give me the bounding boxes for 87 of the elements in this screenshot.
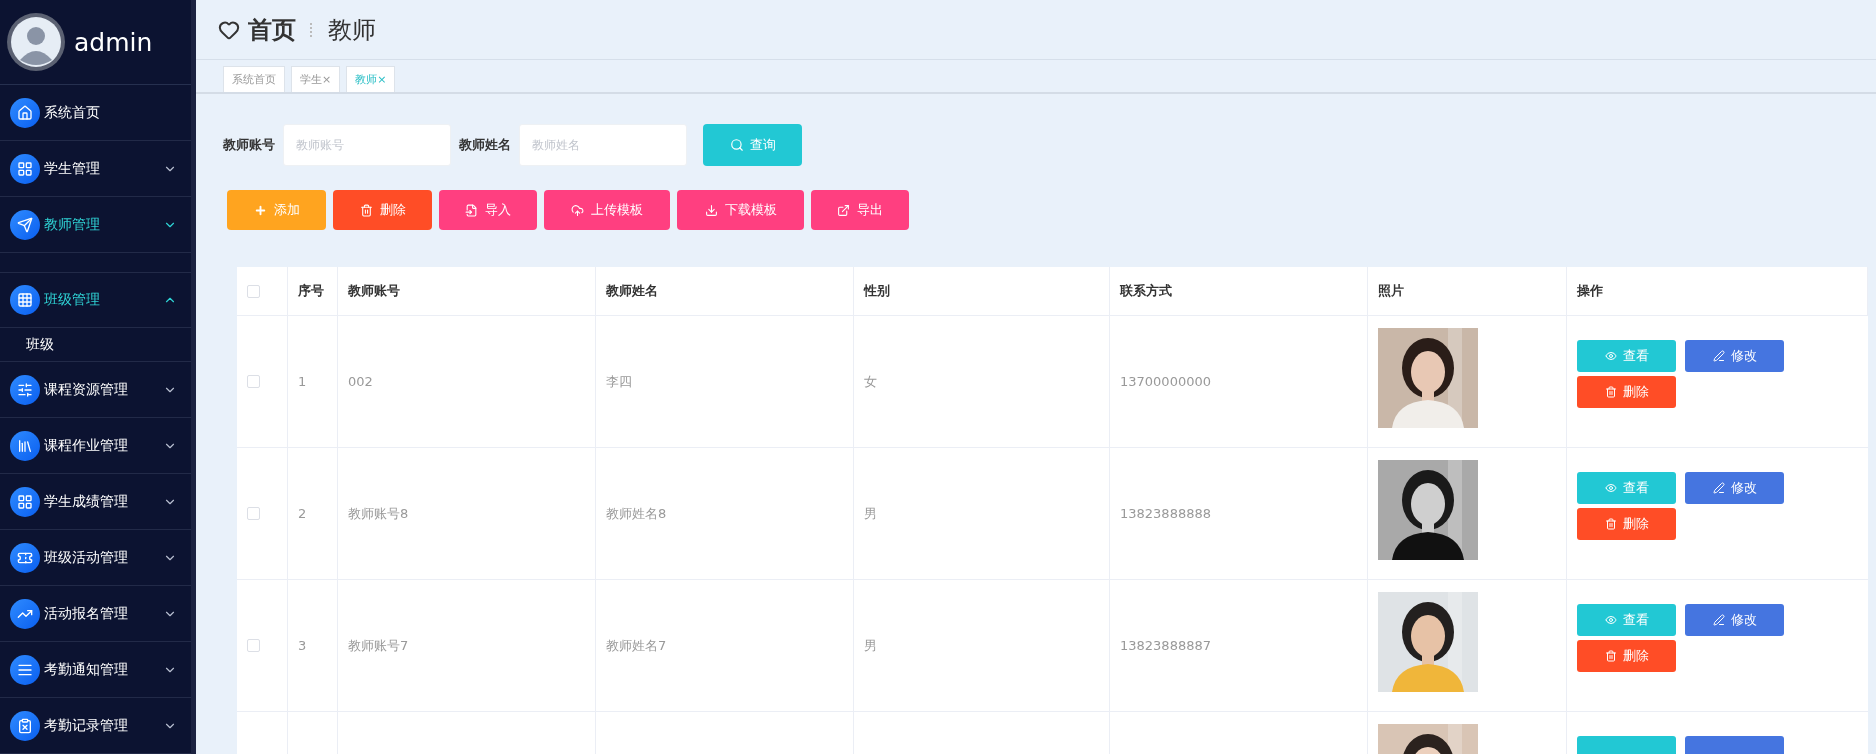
column-header: 教师账号 [338, 267, 596, 315]
submenu-item[interactable]: 班级 [0, 328, 191, 362]
table-cell: 教师账号8 [338, 448, 596, 579]
column-header: 教师姓名 [596, 267, 854, 315]
table-cell: 3 [288, 580, 338, 711]
table-cell: 13823888888 [1110, 448, 1368, 579]
trash-icon [1604, 650, 1617, 662]
books-icon [10, 430, 40, 461]
menu-item[interactable]: 课程资源管理 [0, 362, 191, 418]
menu-item[interactable]: 学生成绩管理 [0, 474, 191, 530]
column-header: 序号 [288, 267, 338, 315]
eye-icon [1604, 350, 1617, 362]
page-tab[interactable]: 系统首页 [223, 66, 285, 92]
table-cell: 李四 [596, 316, 854, 447]
field-label: 教师姓名 [459, 136, 511, 154]
table-cell: 教师姓名7 [596, 580, 854, 711]
ticket-icon [10, 542, 40, 573]
column-header: 联系方式 [1110, 267, 1368, 315]
table-cell: 13700000000 [1110, 316, 1368, 447]
menu-item[interactable]: 班级管理 [0, 272, 191, 328]
plus-icon [253, 203, 267, 217]
search-field[interactable]: 教师账号 [283, 124, 451, 166]
table-cell: 女 [854, 316, 1110, 447]
import-icon [465, 203, 478, 217]
grid-icon [10, 153, 40, 184]
paper-plane-icon [10, 209, 40, 240]
breadcrumb-home[interactable]: 首页 [248, 13, 296, 46]
home-icon [10, 97, 40, 128]
column-header: 操作 [1567, 267, 1868, 315]
export-button[interactable]: 导出 [811, 190, 909, 230]
pen-icon [1712, 350, 1725, 362]
edit-button[interactable]: 修改 [1685, 340, 1784, 372]
download-icon [704, 203, 718, 217]
sliders-icon [10, 374, 40, 405]
search-field[interactable]: 教师姓名 [519, 124, 687, 166]
grid-icon [10, 486, 40, 517]
delete-button[interactable]: 删除 [1577, 376, 1676, 408]
menu-item[interactable]: 班级活动管理 [0, 530, 191, 586]
eye-icon [1604, 482, 1617, 494]
delete-button[interactable]: 删除 [1577, 640, 1676, 672]
page-tab[interactable]: 学生× [291, 66, 341, 92]
column-header: 照片 [1368, 267, 1567, 315]
pen-icon [1712, 614, 1725, 626]
checkbox[interactable] [247, 639, 260, 652]
export-icon [837, 203, 850, 217]
table-cell: 13823888887 [1110, 580, 1368, 711]
import-button[interactable]: 导入 [439, 190, 537, 230]
page-tab[interactable]: 教师× [346, 66, 396, 92]
checkbox[interactable] [247, 507, 260, 520]
grid-icon [10, 285, 40, 315]
table-cell: 教师账号7 [338, 580, 596, 711]
upload-button[interactable]: 上传模板 [544, 190, 670, 230]
field-label: 教师账号 [223, 136, 275, 154]
menu-item[interactable]: 系统首页 [0, 85, 191, 141]
edit-button[interactable]: 修改 [1685, 604, 1784, 636]
breadcrumb-current: 教师 [328, 14, 376, 46]
download-button[interactable]: 下载模板 [677, 190, 804, 230]
table-cell: 2 [288, 448, 338, 579]
list-icon [10, 654, 40, 685]
delete-button[interactable]: 删除 [333, 190, 432, 230]
avatar-icon [6, 12, 66, 72]
menu-item[interactable]: 课程作业管理 [0, 418, 191, 474]
edit-button[interactable]: 修改 [1685, 472, 1784, 504]
menu-item[interactable]: 学生管理 [0, 141, 191, 197]
chart-icon [10, 598, 40, 629]
clipboard-icon [10, 710, 40, 741]
cloud-upload-icon [571, 203, 584, 217]
checkbox[interactable] [247, 375, 260, 388]
table-cell: 1 [288, 316, 338, 447]
delete-button[interactable]: 删除 [1577, 508, 1676, 540]
trash-icon [359, 203, 373, 217]
trash-icon [1604, 386, 1617, 398]
table-cell: 男 [854, 448, 1110, 579]
pen-icon [1712, 482, 1725, 494]
menu-item[interactable]: 教师管理 [0, 197, 191, 253]
table-cell: 002 [338, 316, 596, 447]
search-icon [729, 138, 744, 152]
column-header: 性别 [854, 267, 1110, 315]
menu-item[interactable]: 考勤通知管理 [0, 642, 191, 698]
checkbox[interactable] [247, 284, 260, 298]
user-name: admin [74, 27, 153, 57]
trash-icon [1604, 518, 1617, 530]
eye-icon [1604, 614, 1617, 626]
menu-item[interactable]: 活动报名管理 [0, 586, 191, 642]
menu-item[interactable]: 考勤记录管理 [0, 698, 191, 754]
table-cell: 教师姓名8 [596, 448, 854, 579]
table-cell: 男 [854, 580, 1110, 711]
